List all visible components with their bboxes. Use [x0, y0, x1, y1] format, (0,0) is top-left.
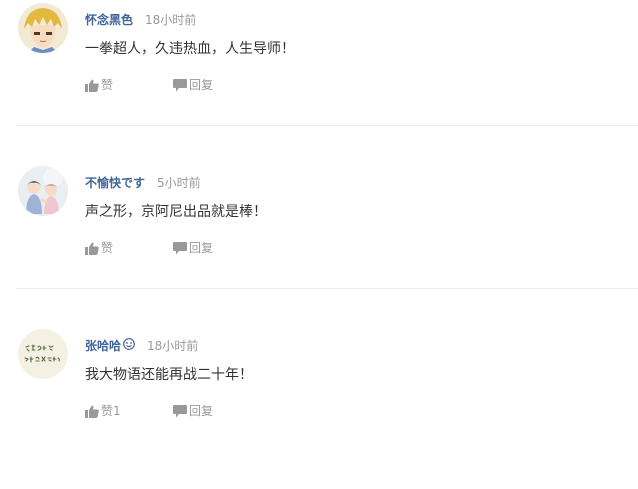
comment-meta: 张哈哈 18小时前: [85, 336, 198, 354]
speech-bubble-icon: [173, 404, 187, 417]
reply-label: 回复: [189, 241, 214, 255]
reply-label: 回复: [189, 404, 214, 418]
comment-time: 18小时前: [147, 339, 199, 353]
divider: [16, 125, 638, 126]
reply-button[interactable]: 回复: [173, 403, 213, 419]
reply-label: 回复: [189, 78, 214, 92]
thumbs-up-icon: [85, 405, 99, 418]
like-button[interactable]: 赞: [85, 77, 113, 93]
speech-bubble-icon: [173, 78, 187, 91]
thumbs-up-icon: [85, 242, 99, 255]
avatar[interactable]: [18, 329, 68, 379]
username-link[interactable]: 怀念黑色: [85, 13, 133, 27]
comment-meta: 怀念黑色 18小时前: [85, 10, 196, 28]
comment-item: 不愉快です 5小时前 声之形，京阿尼出品就是棒！ 赞 回复: [0, 163, 638, 326]
smiley-badge-icon: [123, 336, 135, 354]
like-button[interactable]: 赞: [85, 240, 113, 256]
like-button[interactable]: 赞1: [85, 403, 121, 419]
speech-bubble-icon: [173, 241, 187, 254]
comment-text: 我大物语还能再战二十年！: [85, 367, 253, 383]
comment-text: 声之形，京阿尼出品就是棒！: [85, 204, 267, 220]
anime-couple-avatar-icon: [18, 166, 68, 216]
comment-item: 怀念黑色 18小时前 一拳超人，久违热血，人生导师！ 赞 回复: [0, 0, 638, 163]
like-label: 赞1: [101, 404, 121, 418]
anime-character-avatar-icon: [18, 3, 68, 53]
reply-button[interactable]: 回复: [173, 240, 213, 256]
avatar[interactable]: [18, 3, 68, 53]
comment-time: 5小时前: [157, 176, 201, 190]
comment-time: 18小时前: [145, 13, 197, 27]
comment-item: 张哈哈 18小时前 我大物语还能再战二十年！ 赞1 回复: [0, 326, 638, 489]
username-link[interactable]: 不愉快です: [85, 176, 145, 190]
divider: [16, 288, 638, 289]
username-link[interactable]: 张哈哈: [85, 339, 121, 353]
calligraphy-avatar-icon: [18, 329, 68, 379]
comment-meta: 不愉快です 5小时前: [85, 173, 201, 191]
avatar[interactable]: [18, 166, 68, 216]
like-label: 赞: [101, 241, 114, 255]
reply-button[interactable]: 回复: [173, 77, 213, 93]
like-label: 赞: [101, 78, 114, 92]
thumbs-up-icon: [85, 79, 99, 92]
comment-text: 一拳超人，久违热血，人生导师！: [85, 41, 295, 57]
